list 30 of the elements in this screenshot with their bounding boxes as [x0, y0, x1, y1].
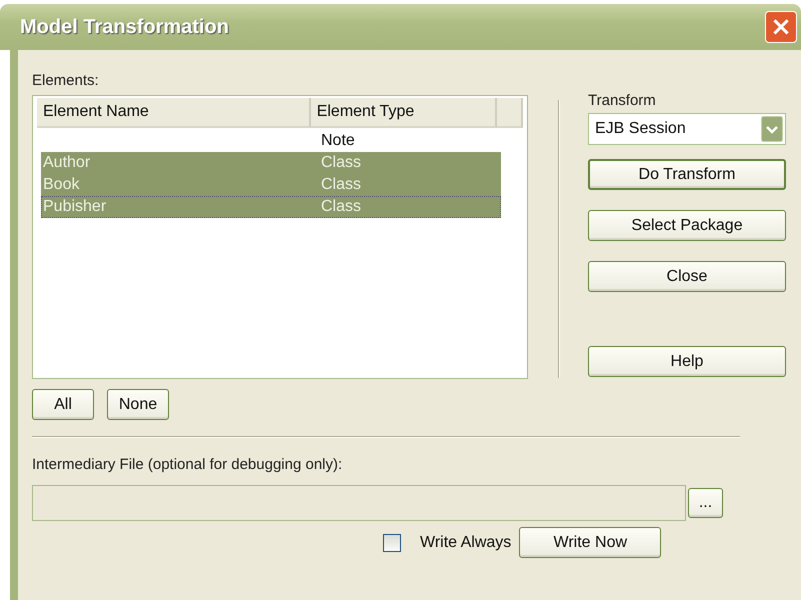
close-button[interactable]: ×	[765, 11, 797, 43]
write-now-button[interactable]: Write Now	[519, 527, 662, 558]
file-path-field[interactable]	[32, 485, 686, 521]
select-none-button[interactable]: None	[107, 389, 169, 420]
element-name-cell-text: Author	[42, 154, 92, 172]
dialog-button[interactable]: Select Package	[588, 210, 786, 241]
column-header[interactable]: Element Type	[310, 98, 498, 128]
select-all-button[interactable]: All	[32, 389, 94, 420]
column-header[interactable]	[497, 98, 523, 128]
element-type-cell-text: Note	[320, 132, 356, 150]
column-header[interactable]: Element Name	[37, 98, 311, 128]
window-title: Model Transformation	[20, 16, 229, 38]
intermediary-file-label: Intermediary File (optional for debugging only):	[32, 456, 344, 473]
element-name-cell-text: Pubisher	[42, 198, 108, 216]
elements-label: Elements:	[32, 72, 100, 89]
transform-dropdown[interactable]: EJB Session	[588, 113, 786, 145]
dialog-button[interactable]: Close	[588, 261, 786, 292]
write-always-checkbox[interactable]	[383, 534, 401, 552]
chevron-down-icon	[761, 116, 783, 142]
element-type-cell-text: Class	[320, 176, 362, 194]
browse-button[interactable]: ...	[688, 488, 723, 518]
element-type-cell-text: Class	[320, 198, 362, 216]
elements-list[interactable]: Element Name Element Type Note Author Class Book Class Pubisher Class	[32, 95, 528, 379]
dialog-button[interactable]: Do Transform	[588, 159, 786, 190]
write-always-label[interactable]: Write Always	[420, 534, 512, 552]
transform-label: Transform	[588, 92, 657, 109]
help-button[interactable]: Help	[588, 346, 786, 377]
element-name-cell-text: Book	[42, 176, 80, 194]
list-row[interactable]: Note	[41, 130, 501, 152]
element-type-cell-text: Class	[320, 154, 362, 172]
